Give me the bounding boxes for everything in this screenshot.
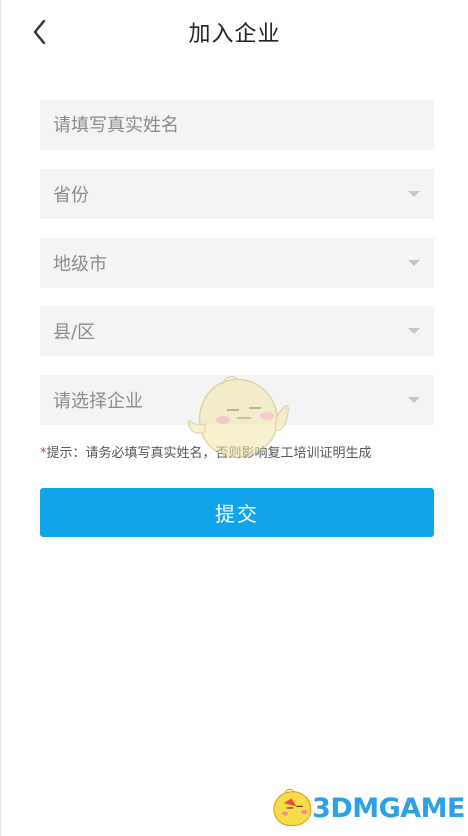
company-select[interactable]: 请选择企业	[40, 375, 434, 425]
caret-down-icon	[408, 397, 420, 403]
join-company-screen: 加入企业 省份 地级市 县/区 请选择企业 *提示：请务必填写真实姓名，否则影响…	[0, 0, 468, 836]
county-select[interactable]: 县/区	[40, 306, 434, 356]
province-select[interactable]: 省份	[40, 169, 434, 219]
caret-down-icon	[408, 260, 420, 266]
submit-button[interactable]: 提交	[40, 488, 434, 537]
logo-chick-icon	[273, 788, 312, 827]
name-field[interactable]	[40, 100, 434, 150]
city-select[interactable]: 地级市	[40, 238, 434, 288]
city-select-label: 地级市	[53, 254, 107, 275]
caret-down-icon	[408, 191, 420, 197]
province-select-label: 省份	[53, 185, 89, 206]
hint-text: *提示：请务必填写真实姓名，否则影响复工培训证明生成	[40, 442, 372, 461]
page-title: 加入企业	[188, 22, 281, 47]
company-select-label: 请选择企业	[53, 391, 143, 412]
caret-down-icon	[408, 328, 420, 334]
county-select-label: 县/区	[53, 322, 96, 343]
hint-message: 提示：请务必填写真实姓名，否则影响复工培训证明生成	[46, 446, 372, 461]
name-input[interactable]	[53, 114, 434, 136]
watermark-logo: 3DMGAME	[269, 784, 465, 832]
header: 加入企业	[1, 0, 468, 64]
logo-text: 3DMGAME	[312, 792, 465, 824]
